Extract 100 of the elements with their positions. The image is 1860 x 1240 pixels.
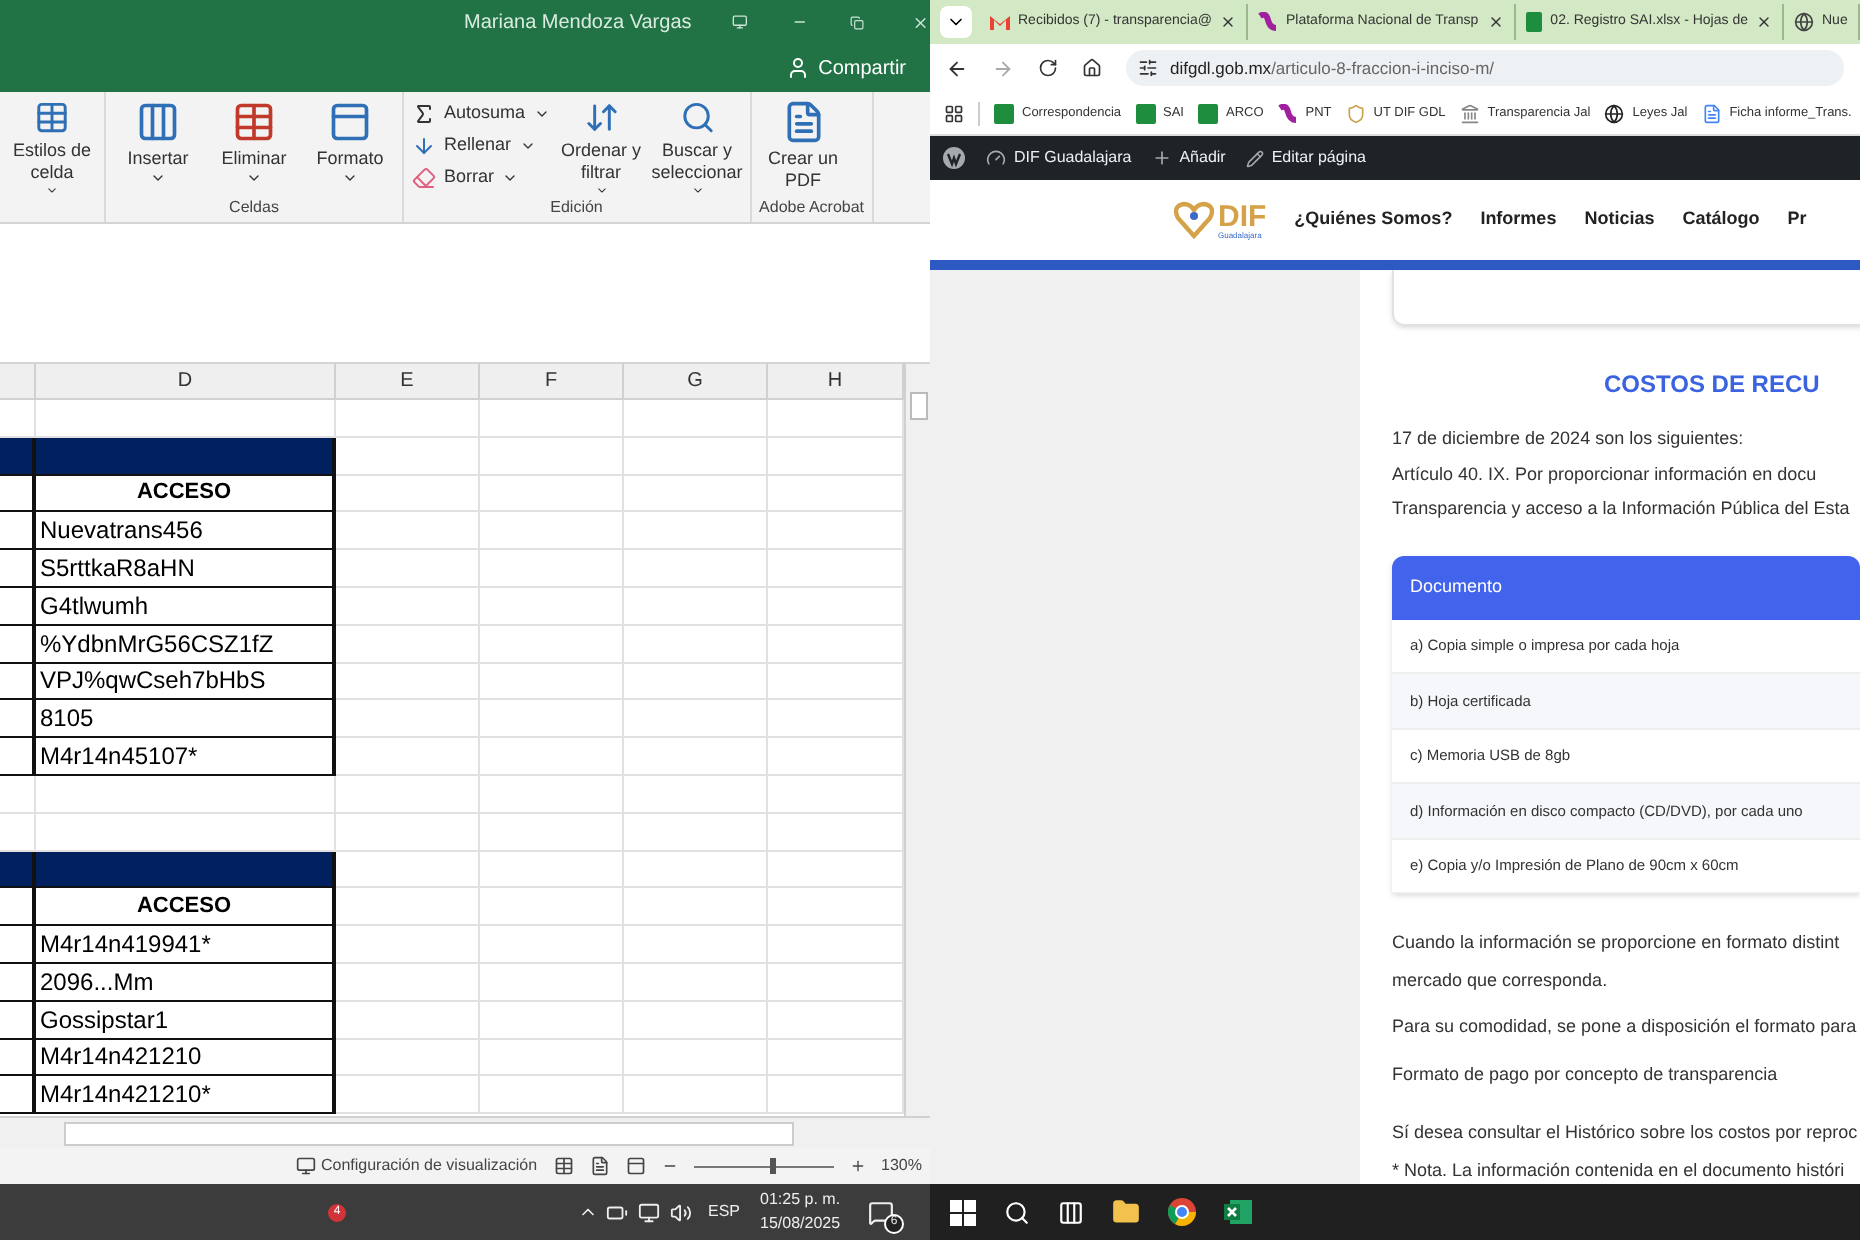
address-bar[interactable]: difgdl.gob.mx/articulo-8-fraccion-i-inciso-m/ [1126, 50, 1844, 86]
spreadsheet-app-icon[interactable] [1224, 1198, 1252, 1226]
table-header: Documento [1410, 573, 1503, 600]
plus-icon [1151, 148, 1172, 168]
ribbon-button[interactable]: Buscar y seleccionar [653, 100, 742, 196]
eraser-icon [412, 166, 436, 190]
page-break-icon[interactable] [625, 1156, 646, 1176]
ribbon-button[interactable]: Eliminar [210, 100, 298, 196]
nav-link[interactable]: ¿Quiénes Somos? [1294, 206, 1453, 234]
apps-icon[interactable] [944, 103, 964, 123]
spreadsheet-cell[interactable] [0, 512, 36, 551]
caret-icon [44, 183, 60, 196]
spreadsheet-cell[interactable] [0, 700, 36, 739]
caret-icon [342, 170, 358, 186]
nav-link[interactable]: Noticias [1584, 206, 1655, 234]
language-indicator[interactable]: ESP [708, 1200, 741, 1224]
table-cell: M4r14n421210 [36, 1039, 336, 1077]
zoom-in-icon[interactable] [849, 1158, 866, 1174]
share-button[interactable]: Compartir [786, 53, 906, 83]
reload-icon[interactable] [1038, 58, 1058, 78]
browser-logo-icon[interactable] [1168, 1198, 1196, 1226]
body-text: Formato de pago por concepto de transparencia [1392, 1061, 1780, 1088]
body-text: Transparencia y acceso a la Información Pública del Esta [1392, 496, 1852, 522]
table-header-cell: ACCESO [36, 888, 336, 927]
task-view-icon[interactable] [1058, 1199, 1084, 1225]
ribbon-button[interactable]: Ordenar y filtrar [557, 100, 646, 196]
horizontal-scrollbar[interactable] [64, 1121, 794, 1145]
display-settings-link[interactable]: Configuración de visualización [296, 1154, 538, 1178]
site-settings-icon [1138, 58, 1158, 78]
caret-icon [150, 170, 166, 186]
zoom-thumb[interactable] [770, 1158, 777, 1174]
clock-time[interactable]: 01:25 p. m. [760, 1188, 841, 1212]
ribbon-button[interactable]: Formato [306, 100, 394, 196]
folder-icon[interactable] [1112, 1198, 1140, 1226]
close-icon[interactable] [1756, 14, 1772, 30]
body-text: Sí desea consultar el Histórico sobre los costos por reproc [1392, 1120, 1860, 1146]
spreadsheet-cell[interactable] [0, 888, 36, 927]
zoom-slider[interactable] [693, 1158, 834, 1174]
dashboard-icon [986, 148, 1006, 168]
ribbon-small-button[interactable]: Borrar [412, 164, 550, 192]
home-icon[interactable] [1082, 58, 1102, 78]
url-text: difgdl.gob.mx/articulo-8-fraccion-i-inciso-m/ [1170, 55, 1495, 81]
ribbon-button[interactable]: Insertar [114, 100, 202, 196]
insert-cells-icon [136, 100, 180, 144]
admin-bar-item[interactable]: Añadir [1151, 146, 1226, 170]
ribbon-button[interactable]: Estilos de celda [8, 100, 96, 196]
pencil-icon [1245, 149, 1264, 167]
body-text: mercado que corresponda. [1392, 967, 1610, 994]
search-icon[interactable] [1004, 1199, 1030, 1225]
nav-link[interactable]: Catálogo [1682, 206, 1760, 234]
nav-link[interactable]: Informes [1480, 206, 1557, 234]
spreadsheet-cell[interactable] [0, 475, 36, 513]
vertical-scrollbar[interactable] [904, 364, 930, 1116]
ribbon-display-icon[interactable] [731, 12, 748, 32]
shield-icon [1345, 103, 1366, 123]
table-cell: %YdbnMrG56CSZ1fZ [36, 625, 336, 664]
account-name: Mariana Mendoza Vargas [464, 9, 692, 37]
delete-cells-icon [232, 100, 276, 144]
close-icon[interactable] [1220, 14, 1236, 30]
back-icon[interactable] [946, 57, 968, 79]
column-header[interactable]: G [624, 364, 768, 398]
restore-icon[interactable] [850, 13, 865, 31]
column-header[interactable]: D [36, 364, 336, 398]
spreadsheet-cell[interactable] [0, 663, 36, 701]
ribbon-button[interactable]: Crear un PDF [759, 100, 848, 196]
ribbon-small-button[interactable]: Autosuma [412, 100, 550, 128]
spreadsheet-cell[interactable] [0, 587, 36, 626]
clock-date[interactable]: 15/08/2025 [760, 1212, 841, 1236]
sigma-icon [412, 102, 436, 126]
globe-icon [1604, 103, 1625, 123]
column-header[interactable]: F [480, 364, 624, 398]
normal-view-icon[interactable] [553, 1156, 574, 1176]
admin-bar-item[interactable]: DIF Guadalajara [986, 146, 1132, 170]
page-layout-icon[interactable] [589, 1156, 610, 1176]
forward-icon[interactable] [992, 57, 1014, 79]
battery-icon[interactable] [606, 1201, 628, 1223]
spreadsheet-cell[interactable] [0, 738, 36, 776]
spreadsheet-cell[interactable] [0, 1039, 36, 1077]
spreadsheet-cell[interactable] [0, 926, 36, 964]
body-text: Para su comodidad, se pone a disposición el formato para [1392, 1014, 1859, 1040]
spreadsheet-cell[interactable] [0, 963, 36, 1002]
spreadsheet-cell[interactable] [0, 550, 36, 588]
body-text: * Nota. La información contenida en el documento históri [1392, 1157, 1847, 1183]
column-header[interactable]: E [336, 364, 480, 398]
windows-logo-icon[interactable] [950, 1199, 976, 1225]
nav-link[interactable]: Pr [1787, 206, 1807, 234]
admin-bar-item[interactable]: Editar página [1245, 146, 1366, 170]
wordpress-logo-icon[interactable] [942, 146, 966, 170]
ribbon-logo-icon [1258, 12, 1278, 32]
ribbon-logo-icon [1277, 103, 1298, 123]
volume-icon[interactable] [670, 1201, 692, 1223]
section-heading: COSTOS DE RECU [1604, 368, 1822, 402]
close-icon[interactable] [1488, 14, 1504, 30]
spreadsheet-cell[interactable] [0, 625, 36, 664]
zoom-level: 130% [881, 1154, 922, 1178]
body-text: Cuando la información se proporcione en formato distint [1392, 930, 1842, 956]
tab-list-button[interactable] [940, 6, 972, 38]
table-cell: Nuevatrans456 [36, 512, 336, 551]
ribbon-small-button[interactable]: Rellenar [412, 132, 550, 160]
spreadsheet-cell[interactable] [0, 1001, 36, 1040]
